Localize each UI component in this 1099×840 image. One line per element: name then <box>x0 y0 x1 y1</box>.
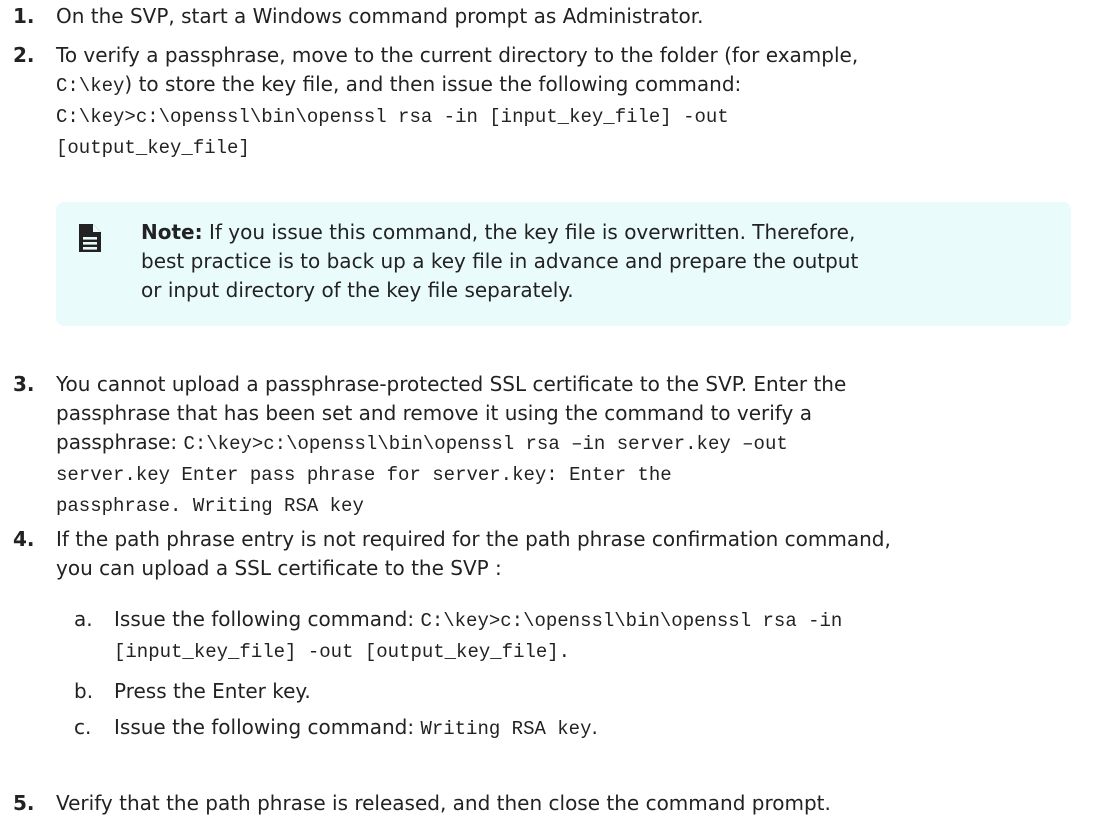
text-line: You cannot upload a passphrase-protected… <box>56 370 1086 399</box>
step-number: 5. <box>13 791 35 815</box>
code-text: [output_key_file] <box>56 137 250 159</box>
code-text: passphrase. Writing RSA key <box>56 495 364 517</box>
text-run: . <box>591 715 598 739</box>
procedure-page: 1. On the SVP, start a Windows command p… <box>0 0 1099 840</box>
text-run: passphrase: <box>56 430 184 454</box>
text-line: To verify a passphrase, move to the curr… <box>56 41 1086 70</box>
code-text: Writing RSA key <box>420 718 592 740</box>
substep-letter: a. <box>74 607 93 631</box>
text-run: passphrase that has been set and remove … <box>56 401 812 425</box>
text-run: Press the Enter key. <box>114 679 311 703</box>
text-run: Issue the following command: <box>114 607 421 631</box>
text-line: Issue the following command: Writing RSA… <box>114 713 1099 744</box>
text-line: passphrase. Writing RSA key <box>56 490 1086 521</box>
text-run: You cannot upload a passphrase-protected… <box>56 372 847 396</box>
code-text: [input_key_file] -out [output_key_file]. <box>114 641 571 663</box>
code-text: C:\key>c:\openssl\bin\openssl rsa -in [i… <box>56 106 729 128</box>
text-line: passphrase: C:\key>c:\openssl\bin\openss… <box>56 428 1086 459</box>
text-run: On the SVP, start a Windows command prom… <box>56 4 704 28</box>
text-line: server.key Enter pass phrase for server.… <box>56 459 1086 490</box>
substep-letter: c. <box>74 715 92 739</box>
substep-letter: b. <box>74 679 94 703</box>
step-text: If the path phrase entry is not required… <box>56 525 1086 583</box>
code-text: C:\key <box>56 75 125 97</box>
text-line: [input_key_file] -out [output_key_file]. <box>114 636 1099 667</box>
substep-text: Issue the following command: Writing RSA… <box>114 713 1099 744</box>
text-run: Verify that the path phrase is released,… <box>56 791 831 815</box>
text-line: If the path phrase entry is not required… <box>56 525 1086 554</box>
text-line: Verify that the path phrase is released,… <box>56 789 1086 818</box>
note-callout: Note: If you issue this command, the key… <box>56 202 1071 326</box>
note-line: best practice is to back up a key file i… <box>141 249 859 273</box>
step-number: 1. <box>13 4 35 28</box>
note-label: Note: <box>141 220 203 244</box>
text-line: Issue the following command: C:\key>c:\o… <box>114 605 1099 636</box>
note-line: or input directory of the key file separ… <box>141 278 574 302</box>
code-text: C:\key>c:\openssl\bin\openssl rsa -in <box>420 610 843 632</box>
substep-text: Press the Enter key. <box>114 677 1099 706</box>
text-line: C:\key) to store the key file, and then … <box>56 70 1086 101</box>
text-run: you can upload a SSL certificate to the … <box>56 556 502 580</box>
text-run: If the path phrase entry is not required… <box>56 527 891 551</box>
step-text: Verify that the path phrase is released,… <box>56 789 1086 818</box>
step-number: 4. <box>13 527 35 551</box>
text-line: you can upload a SSL certificate to the … <box>56 554 1086 583</box>
text-run: ) to store the key file, and then issue … <box>124 72 742 96</box>
document-icon <box>79 224 101 252</box>
note-line: If you issue this command, the key file … <box>208 220 856 244</box>
step-number: 3. <box>13 372 35 396</box>
step-text: To verify a passphrase, move to the curr… <box>56 41 1086 163</box>
text-line: C:\key>c:\openssl\bin\openssl rsa -in [i… <box>56 101 1086 132</box>
note-text: Note: If you issue this command, the key… <box>141 218 1046 305</box>
substep-text: Issue the following command: C:\key>c:\o… <box>114 605 1099 667</box>
text-line: Press the Enter key. <box>114 677 1099 706</box>
text-run: Issue the following command: <box>114 715 421 739</box>
step-text: On the SVP, start a Windows command prom… <box>56 2 1086 31</box>
code-text: server.key Enter pass phrase for server.… <box>56 464 672 486</box>
text-line: passphrase that has been set and remove … <box>56 399 1086 428</box>
code-text: C:\key>c:\openssl\bin\openssl rsa –in se… <box>183 433 788 455</box>
text-run: To verify a passphrase, move to the curr… <box>56 43 859 67</box>
step-number: 2. <box>13 43 35 67</box>
text-line: [output_key_file] <box>56 132 1086 163</box>
step-text: You cannot upload a passphrase-protected… <box>56 370 1086 521</box>
text-line: On the SVP, start a Windows command prom… <box>56 2 1086 31</box>
